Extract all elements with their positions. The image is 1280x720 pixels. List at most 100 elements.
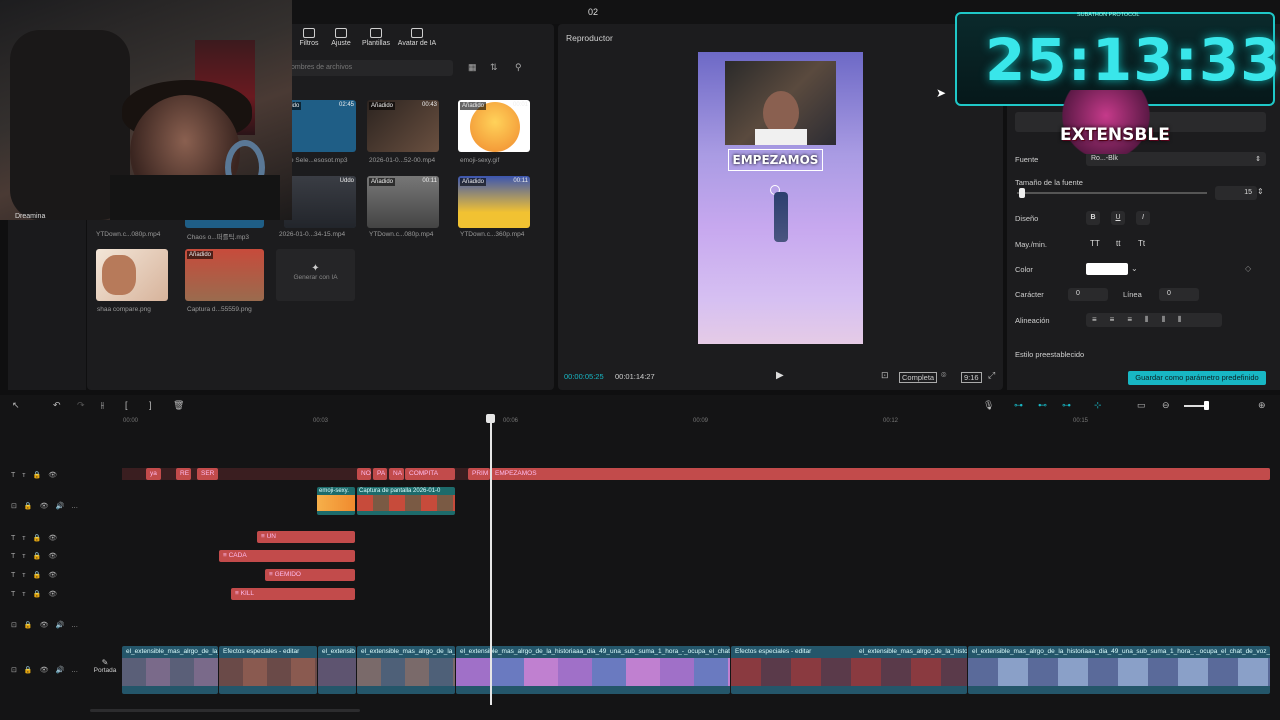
horizontal-scrollbar[interactable]	[90, 709, 360, 712]
preview-axis-icon[interactable]: ⊶	[1062, 400, 1071, 411]
subathon-timer: 25:13:33	[985, 26, 1280, 94]
text-clip[interactable]: ≡ CADA	[219, 550, 355, 562]
zoom-slider-handle[interactable]	[1204, 401, 1209, 410]
video-clip-label: el_extensib	[322, 648, 355, 655]
size-slider-handle[interactable]	[1019, 188, 1025, 198]
text-clip[interactable]: ≡ UN	[257, 531, 355, 543]
save-preset-button[interactable]: Guardar como parámetro predefinido	[1128, 371, 1266, 385]
italic-button[interactable]: I	[1136, 211, 1150, 225]
text-clip[interactable]: SER	[197, 468, 218, 480]
split-icon[interactable]: ⫲	[101, 400, 104, 411]
char-spacing-input[interactable]: 0	[1068, 288, 1108, 301]
playhead[interactable]	[490, 415, 492, 705]
duration: 00:11	[513, 178, 528, 184]
select-tool-icon[interactable]: ↖	[12, 400, 20, 411]
overlay-clip[interactable]: Captura de pantalla 2026-01-0	[357, 487, 455, 515]
playhead-handle[interactable]	[486, 414, 495, 423]
text-clip[interactable]: NA	[389, 468, 404, 480]
color-swatch[interactable]	[1086, 263, 1128, 275]
cover-button[interactable]: ✎ Portada	[90, 658, 120, 674]
ruler-tick: 00:15	[1073, 418, 1089, 424]
search-input[interactable]: ombres de archivos	[285, 60, 453, 76]
case-lower-button[interactable]: tt	[1116, 239, 1120, 248]
media-item[interactable]: Añadido 00:11	[367, 176, 439, 228]
chevron-down-icon[interactable]: ⌄	[1131, 264, 1138, 273]
text-clip[interactable]: PA	[373, 468, 387, 480]
ratio-button[interactable]: 9:16	[961, 372, 982, 383]
case-title-button[interactable]: Tt	[1138, 239, 1145, 248]
keyframe-icon[interactable]: ◇	[1245, 264, 1251, 273]
case-upper-button[interactable]: TT	[1090, 239, 1100, 248]
media-item[interactable]: Añadido 00:01	[458, 100, 530, 152]
crop-icon[interactable]: ⊡	[881, 370, 889, 381]
video-clip[interactable]: el_extensible_mas_alrgo_de_la_historiaaa…	[456, 646, 730, 694]
track-controls[interactable]: ⊡🔒👁🔊…	[11, 666, 85, 674]
size-stepper-icon[interactable]: ⇕	[1257, 187, 1264, 196]
media-item[interactable]: dido 02:45	[284, 100, 356, 152]
media-item[interactable]	[96, 249, 168, 301]
font-select[interactable]: Ro...-Blk ⇕	[1086, 152, 1266, 166]
font-value: Ro...-Blk	[1091, 155, 1118, 162]
text-clip[interactable]: ≡ KILL	[231, 588, 355, 600]
text-clip[interactable]: RE	[176, 468, 191, 480]
track-controls[interactable]: ⊡🔒👁🔊…	[11, 502, 85, 510]
track-controls[interactable]: ⊡🔒👁🔊…	[11, 621, 85, 629]
play-icon[interactable]: ▶	[776, 370, 784, 381]
video-clip[interactable]: el_extensible_mas_alrgo_de_la_h	[357, 646, 455, 694]
track-controls[interactable]: Tт🔒👁	[11, 552, 64, 560]
fullscreen-icon[interactable]: ⤢	[988, 370, 995, 381]
track-controls[interactable]: Tт🔒👁	[11, 571, 64, 579]
overlay-clip-label: Captura de pantalla 2026-01-0	[359, 488, 441, 494]
video-clip[interactable]: el_extensible_mas_alrgo_de_la_historiaaa…	[968, 646, 1270, 694]
split-right-icon[interactable]: ]	[149, 400, 152, 410]
bold-button[interactable]: B	[1086, 211, 1100, 225]
sort-icon[interactable]: ⇅	[490, 62, 498, 73]
media-item[interactable]: Añadido	[185, 249, 264, 301]
media-item[interactable]: Uddo	[284, 176, 356, 228]
split-left-icon[interactable]: [	[125, 400, 128, 410]
video-clip[interactable]: el_extensible_mas_alrgo_de_la_h	[122, 646, 218, 694]
redo-icon[interactable]: ↷	[77, 400, 85, 411]
zoom-out-icon[interactable]: ⊖	[1162, 400, 1170, 411]
line-spacing-input[interactable]: 0	[1159, 288, 1199, 301]
text-clip[interactable]: EMPEZAMOS	[491, 468, 1270, 480]
zoom-in-icon[interactable]: ⊕	[1258, 400, 1266, 411]
filter-icon[interactable]: ⚲	[515, 62, 522, 73]
track-controls[interactable]: Tт🔒👁	[11, 534, 64, 542]
text-clip[interactable]: ≡ GEMIDO	[265, 569, 355, 581]
overlay-text[interactable]: EMPEZAMOS	[728, 149, 823, 171]
video-preview[interactable]: EMPEZAMOS	[698, 52, 863, 344]
track-controls[interactable]: Tт🔒👁	[11, 471, 64, 479]
duration: 00:43	[421, 102, 437, 108]
text-clip[interactable]: PRIM	[468, 468, 490, 480]
media-item[interactable]: Añadido 00:11	[458, 176, 530, 228]
video-clip[interactable]: el_extensib	[318, 646, 356, 694]
meme-face	[102, 255, 136, 295]
delete-icon[interactable]: 🗑	[173, 400, 184, 411]
underline-button[interactable]: U	[1111, 211, 1125, 225]
media-item[interactable]: Añadido 00:43	[367, 100, 439, 152]
link-icon[interactable]: ⊷	[1038, 400, 1047, 411]
text-clip-label: UN	[266, 533, 276, 540]
full-quality-button[interactable]: Completa	[899, 372, 938, 383]
alignment-group[interactable]: ≡≡≡⦀⦀⦀	[1086, 313, 1222, 327]
text-clip-label: KILL	[240, 590, 254, 597]
screenshot-icon[interactable]: ⌾	[941, 370, 946, 381]
text-clip[interactable]: ya	[146, 468, 161, 480]
undo-icon[interactable]: ↶	[53, 400, 61, 411]
microphone-icon[interactable]: 🎙	[983, 400, 994, 411]
snap-icon[interactable]: ⊹	[1094, 400, 1102, 411]
tab-ai-avatar[interactable]: Avatar de IA	[393, 28, 441, 47]
video-clip[interactable]: el_extensible_mas_alrgo_de_la_historiaaa…	[855, 646, 967, 694]
overlay-clip[interactable]: emoji-sexy.	[317, 487, 355, 515]
magnet-icon[interactable]: ⊶	[1014, 400, 1023, 411]
grid-view-icon[interactable]: ▦	[468, 62, 477, 73]
text-clip[interactable]: COMPITA	[405, 468, 455, 480]
size-slider-track[interactable]	[1017, 192, 1207, 194]
size-input[interactable]: 15	[1215, 186, 1257, 200]
track-controls[interactable]: Tт🔒👁	[11, 590, 64, 598]
generate-ai-button[interactable]: ✦ Generar con IA	[276, 249, 355, 301]
video-clip[interactable]: Efectos especiales - editar	[219, 646, 317, 694]
caption-icon[interactable]: ▭	[1137, 400, 1146, 411]
text-clip[interactable]: NO	[357, 468, 371, 480]
